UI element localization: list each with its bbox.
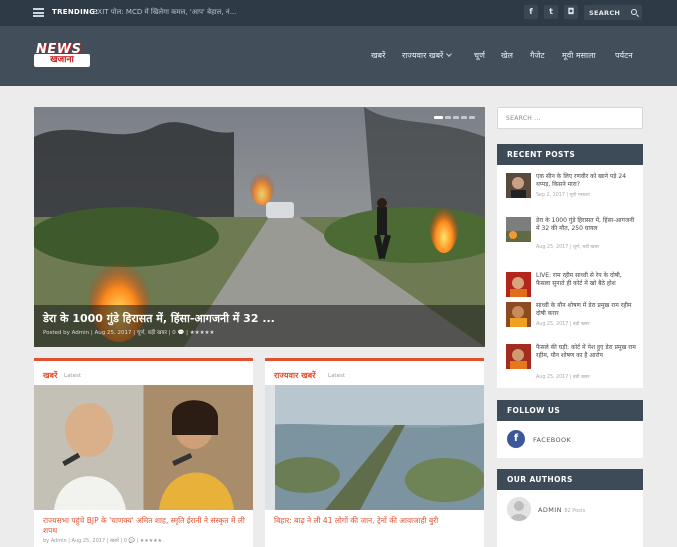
post-thumbnail[interactable] <box>506 173 531 198</box>
nav-item-khabrein[interactable]: खबरें <box>371 50 385 61</box>
slide-title[interactable]: डेरा के 1000 गुंडे हिरासत में, हिंसा-आगज… <box>43 311 275 326</box>
post-title[interactable]: डेरा के 1000 गुंडे हिरासत में, हिंसा-आगज… <box>536 217 636 233</box>
sidebar-search-input[interactable]: SEARCH ... <box>497 107 643 129</box>
post-meta: Aug 25, 2017 | बड़ी खबर <box>536 375 590 380</box>
chevron-down-icon <box>446 51 453 57</box>
post-meta: Aug 25, 2017 | बड़ी खबर <box>536 322 590 327</box>
slider-pagination[interactable] <box>434 116 475 119</box>
authors-widget: OUR AUTHORS ADMIN 82 Posts <box>497 469 643 547</box>
search-input[interactable]: SEARCH <box>584 5 642 20</box>
list-item[interactable]: साध्वी के यौन शोषण में डेरा प्रमुख राम र… <box>506 302 636 334</box>
widget-title: OUR AUTHORS <box>497 469 643 490</box>
search-placeholder: SEARCH <box>589 9 621 17</box>
avatar[interactable] <box>507 497 531 521</box>
post-thumbnail[interactable] <box>506 344 531 369</box>
category-card-rajyavar: राज्यवार खबरें Latest बिहार: बाढ़ ने ली … <box>265 358 484 547</box>
card-header: खबरें Latest <box>34 358 253 385</box>
logo-khazana: खजाना <box>34 54 90 67</box>
facebook-link[interactable]: FACEBOOK <box>533 436 571 444</box>
card-subtitle: Latest <box>64 373 81 379</box>
list-item[interactable]: डेरा के 1000 गुंडे हिरासत में, हिंसा-आगज… <box>506 217 636 250</box>
card-subtitle: Latest <box>328 373 345 379</box>
list-item[interactable]: LIVE: राम रहीम साध्वी से रेप के दोषी, फै… <box>506 272 636 304</box>
card-meta: by Admin | Aug 25, 2017 | खबरें | 0 💬 | … <box>43 538 163 544</box>
post-title[interactable]: फैसले की घड़ी: कोर्ट में पेश हुए डेरा प्… <box>536 344 636 360</box>
search-icon[interactable] <box>631 9 637 15</box>
featured-slider[interactable]: डेरा के 1000 गुंडे हिरासत में, हिंसा-आगज… <box>34 107 485 347</box>
post-title[interactable]: एक सीन के लिए रणवीर को खाने पड़े 24 थप्प… <box>536 173 636 189</box>
list-item[interactable]: एक सीन के लिए रणवीर को खाने पड़े 24 थप्प… <box>506 173 636 205</box>
trending-headline[interactable]: EXIT पोल: MCD में खिलेगा कमल, 'आप' बेहाल… <box>93 8 236 17</box>
top-bar: TRENDING: EXIT पोल: MCD में खिलेगा कमल, … <box>0 0 677 26</box>
card-image[interactable] <box>34 385 253 510</box>
author-entry[interactable]: ADMIN 82 Posts <box>538 506 585 514</box>
nav-item-rajyavar[interactable]: राज्यवार खबरें <box>402 50 453 61</box>
sidebar-search-placeholder: SEARCH ... <box>506 115 541 122</box>
category-card-khabrein: खबरें Latest राज्यसभा पहुंचे BJP के 'चाण… <box>34 358 253 547</box>
site-header: NEWS खजाना खबरें राज्यवार खबरें चूर्ण खे… <box>0 26 677 86</box>
card-title[interactable]: बिहार: बाढ़ ने ली 41 लोगों की जान, ट्रेन… <box>274 516 479 526</box>
card-category[interactable]: खबरें <box>43 370 57 381</box>
card-category[interactable]: राज्यवार खबरें <box>274 370 316 381</box>
nav-item-gadget[interactable]: गैजेट <box>530 50 544 61</box>
nav-item-khel[interactable]: खेल <box>501 50 513 61</box>
list-item[interactable]: फैसले की घड़ी: कोर्ट में पेश हुए डेरा प्… <box>506 344 636 380</box>
post-thumbnail[interactable] <box>506 217 531 242</box>
card-image[interactable] <box>265 385 484 510</box>
widget-title: RECENT POSTS <box>497 144 643 165</box>
twitter-icon[interactable]: t <box>544 5 558 19</box>
post-title[interactable]: साध्वी के यौन शोषण में डेरा प्रमुख राम र… <box>536 302 636 318</box>
site-logo[interactable]: NEWS खजाना <box>34 42 92 68</box>
recent-posts-widget: RECENT POSTS एक सीन के लिए रणवीर को खाने… <box>497 144 643 388</box>
post-meta: Aug 25, 2017 | चूर्ण, बड़ी खबर <box>536 245 600 250</box>
card-header: राज्यवार खबरें Latest <box>265 358 484 385</box>
post-title[interactable]: LIVE: राम रहीम साध्वी से रेप के दोषी, फै… <box>536 272 636 288</box>
card-title[interactable]: राज्यसभा पहुंचे BJP के 'चाणक्य' अमित शाह… <box>43 516 248 536</box>
facebook-icon[interactable]: f <box>507 430 525 448</box>
menu-icon[interactable] <box>33 8 44 17</box>
post-thumbnail[interactable] <box>506 302 531 327</box>
nav-item-rajyavar-label: राज्यवार खबरें <box>402 51 444 60</box>
nav-item-churn[interactable]: चूर्ण <box>474 50 485 61</box>
facebook-icon[interactable]: f <box>524 5 538 19</box>
slide-meta: Posted by Admin | Aug 25, 2017 | चूर्ण, … <box>43 330 215 336</box>
trending-label: TRENDING: <box>52 8 99 16</box>
slide-caption: डेरा के 1000 गुंडे हिरासत में, हिंसा-आगज… <box>34 305 485 347</box>
nav-item-paryatan[interactable]: पर्यटन <box>615 50 633 61</box>
post-meta: Sep 2, 2017 | मूवी मसाला <box>536 193 590 198</box>
post-thumbnail[interactable] <box>506 272 531 297</box>
widget-title: FOLLOW US <box>497 400 643 421</box>
follow-us-widget: FOLLOW US f FACEBOOK <box>497 400 643 458</box>
author-post-count: 82 Posts <box>564 508 586 514</box>
nav-item-movie-masala[interactable]: मूवी मसाला <box>562 50 596 61</box>
author-name: ADMIN <box>538 506 562 514</box>
instagram-icon[interactable]: ◘ <box>564 5 578 19</box>
